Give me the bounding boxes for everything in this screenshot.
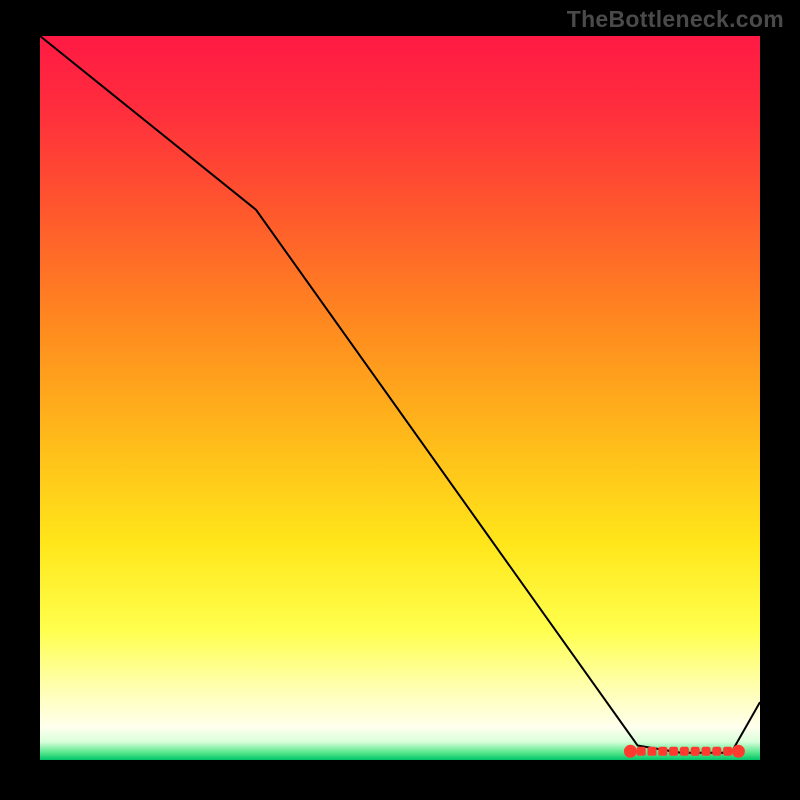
- marker-point: [702, 747, 711, 756]
- marker-point: [680, 747, 689, 756]
- chart-frame: TheBottleneck.com: [0, 0, 800, 800]
- marker-point: [723, 747, 732, 756]
- marker-point: [637, 747, 646, 756]
- marker-endcap: [732, 745, 745, 758]
- watermark-text: TheBottleneck.com: [567, 6, 784, 33]
- marker-endcap: [624, 745, 637, 758]
- plot-area: [40, 36, 760, 760]
- marker-point: [691, 747, 700, 756]
- marker-point: [712, 747, 721, 756]
- marker-point: [648, 747, 657, 756]
- gradient-background: [40, 36, 760, 760]
- marker-point: [669, 747, 678, 756]
- chart-svg: [40, 36, 760, 760]
- marker-point: [658, 747, 667, 756]
